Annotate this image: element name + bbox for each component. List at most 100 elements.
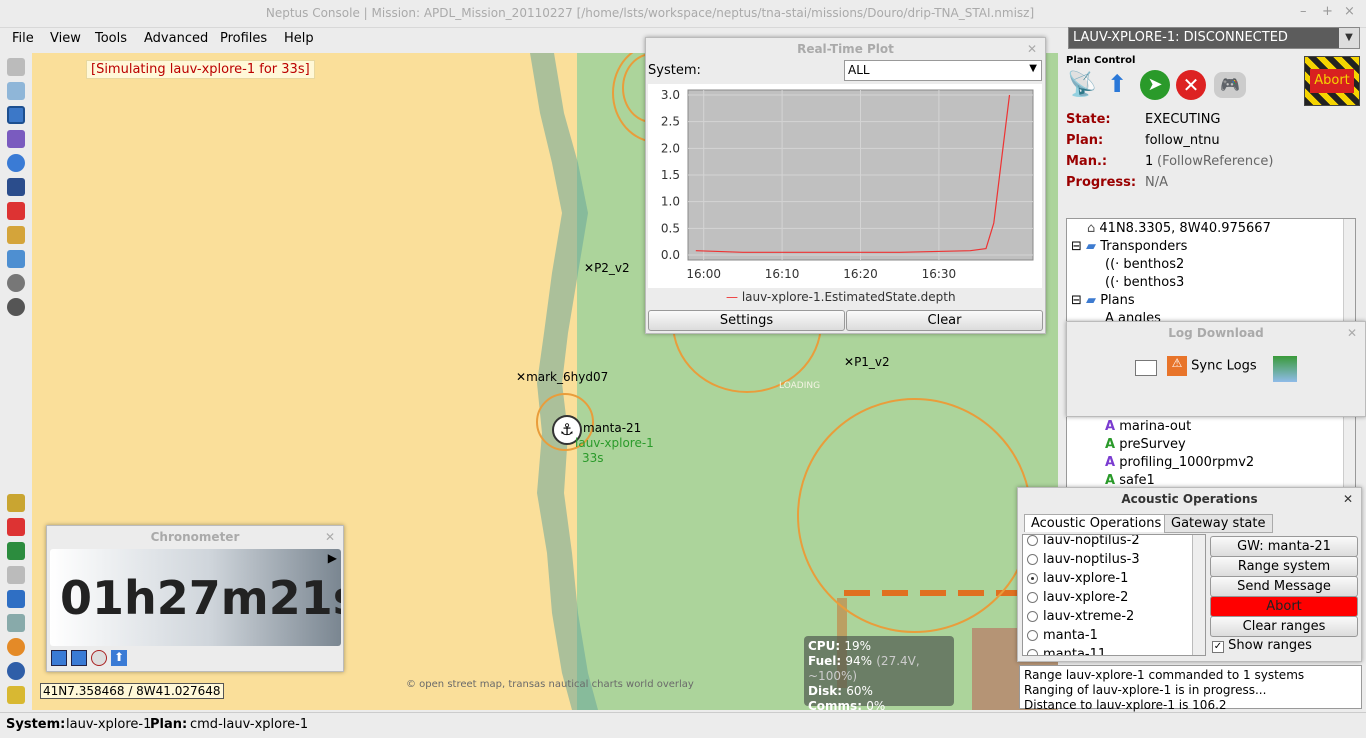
- tree-plan[interactable]: A profiling_1000rpmv2: [1105, 455, 1254, 470]
- warning-icon: ⚠: [1167, 356, 1187, 376]
- tree-plans[interactable]: ⊟ ▰ Plans: [1071, 293, 1135, 308]
- y-tick-label: 1.0: [661, 195, 680, 209]
- range-system-button[interactable]: Range system: [1210, 556, 1358, 577]
- eye-icon[interactable]: [7, 274, 25, 292]
- start-plan-icon[interactable]: ➤: [1140, 70, 1170, 100]
- plan-control-title: Plan Control: [1066, 55, 1136, 66]
- sensor-icon[interactable]: [7, 614, 25, 632]
- tree-transponders[interactable]: ⊟ ▰ Transponders: [1071, 239, 1187, 254]
- select-icon[interactable]: [7, 106, 25, 124]
- status-bar: System: lauv-xplore-1 Plan: cmd-lauv-xpl…: [0, 712, 1366, 738]
- target-icon[interactable]: [7, 298, 25, 316]
- menu-advanced[interactable]: Advanced: [144, 31, 208, 46]
- gateway-button[interactable]: GW: manta-21: [1210, 536, 1358, 557]
- marker-icon[interactable]: [7, 518, 25, 536]
- keyboard-icon[interactable]: [7, 566, 25, 584]
- marker-p1[interactable]: ✕P1_v2: [844, 355, 890, 369]
- status-plan-value: cmd-lauv-xplore-1: [190, 717, 309, 732]
- lock-icon[interactable]: [7, 226, 25, 244]
- pin-icon[interactable]: [7, 638, 25, 656]
- map-icon[interactable]: [7, 250, 25, 268]
- reset-icon[interactable]: [91, 650, 107, 666]
- menu-file[interactable]: File: [12, 31, 34, 46]
- tree-plan[interactable]: A safe1: [1105, 473, 1155, 488]
- layers-icon[interactable]: [7, 686, 25, 704]
- menu-view[interactable]: View: [50, 31, 81, 46]
- stop-plan-icon[interactable]: ✕: [1176, 70, 1206, 100]
- close-icon[interactable]: ✕: [1343, 488, 1353, 510]
- send-plan-icon[interactable]: ⬆: [1102, 70, 1132, 102]
- abort-label: Abort: [1310, 69, 1354, 93]
- tree-plan-label: safe1: [1119, 473, 1155, 488]
- book-icon[interactable]: [1135, 360, 1157, 376]
- vehicle-selector[interactable]: LAUV-XPLORE-1: DISCONNECTED ▼: [1068, 27, 1360, 49]
- abort-button[interactable]: Abort: [1304, 56, 1360, 106]
- tree-plan[interactable]: A preSurvey: [1105, 437, 1186, 452]
- close-icon[interactable]: ✕: [1027, 38, 1037, 60]
- marker-mark[interactable]: ✕mark_6hyd07: [516, 370, 608, 384]
- list-item[interactable]: lauv-noptilus-3: [1025, 552, 1140, 567]
- menu-help[interactable]: Help: [284, 31, 314, 46]
- minimize-button[interactable]: –: [1300, 4, 1307, 19]
- list-item-label: manta-1: [1043, 628, 1098, 643]
- teleoperation-icon[interactable]: 🎮: [1214, 72, 1246, 98]
- start-icon[interactable]: [51, 650, 67, 666]
- list-item[interactable]: manta-1: [1025, 628, 1098, 643]
- acoustic-log: Range lauv-xplore-1 commanded to 1 syste…: [1019, 665, 1362, 712]
- close-icon[interactable]: ✕: [1347, 322, 1357, 344]
- tree-plan-label: profiling_1000rpmv2: [1119, 455, 1255, 470]
- clear-ranges-button[interactable]: Clear ranges: [1210, 616, 1358, 637]
- pause-icon[interactable]: [71, 650, 87, 666]
- antenna-icon[interactable]: 📡: [1067, 70, 1097, 102]
- play-icon[interactable]: [7, 542, 25, 560]
- menu-profiles[interactable]: Profiles: [220, 31, 267, 46]
- close-icon[interactable]: ✕: [325, 526, 335, 548]
- tab-gateway-state[interactable]: Gateway state: [1164, 514, 1273, 533]
- tree-transponder[interactable]: ((· benthos3: [1105, 275, 1184, 290]
- info-icon[interactable]: [7, 662, 25, 680]
- close-button[interactable]: ×: [1344, 4, 1355, 19]
- list-item-label: lauv-xplore-2: [1043, 590, 1129, 605]
- list-scrollbar[interactable]: [1192, 535, 1205, 655]
- download-icon[interactable]: [1273, 356, 1297, 382]
- plot-clear-button[interactable]: Clear: [846, 310, 1043, 331]
- man-type: (FollowReference): [1157, 154, 1274, 169]
- plot-system-value: ALL: [848, 63, 870, 77]
- maximize-button[interactable]: +: [1322, 4, 1333, 19]
- radio-icon: [1027, 535, 1038, 546]
- tile-loading: LOADING: [779, 381, 821, 391]
- marker-p2[interactable]: ✕P2_v2: [584, 261, 630, 275]
- plot-settings-button[interactable]: Settings: [648, 310, 845, 331]
- tree-plan[interactable]: A marina-out: [1105, 419, 1191, 434]
- tree-transponder[interactable]: ((· benthos2: [1105, 257, 1184, 272]
- list-item[interactable]: lauv-xplore-1: [1025, 571, 1128, 586]
- plot-legend: — lauv-xplore-1.EstimatedState.depth: [726, 290, 956, 304]
- list-item[interactable]: lauv-xtreme-2: [1025, 609, 1134, 624]
- edit-icon[interactable]: [7, 202, 25, 220]
- tree-home[interactable]: ⌂ 41N8.3305, 8W40.975667: [1087, 221, 1271, 236]
- menu-tools[interactable]: Tools: [95, 31, 127, 46]
- acoustic-abort-button[interactable]: Abort: [1210, 596, 1358, 617]
- status-system-value: lauv-xplore-1: [66, 717, 152, 732]
- zoom-icon[interactable]: [7, 58, 25, 76]
- plan-icon: A: [1105, 437, 1116, 452]
- sync-logs-button[interactable]: ⚠ Sync Logs: [1167, 356, 1257, 376]
- tab-acoustic-operations[interactable]: Acoustic Operations: [1024, 514, 1169, 532]
- tree-transponders-label: Transponders: [1100, 239, 1188, 254]
- depth-chart: 3.0 2.5 2.0 1.5 1.0 0.5 0.0 16:00 16:10 16:20 16:3…: [661, 88, 1034, 281]
- list-item-label: lauv-noptilus-2: [1043, 534, 1140, 548]
- list-item[interactable]: lauv-xplore-2: [1025, 590, 1128, 605]
- ruler-icon[interactable]: [7, 494, 25, 512]
- plot-system-select[interactable]: ALL ▼: [844, 60, 1042, 81]
- send-message-button[interactable]: Send Message: [1210, 576, 1358, 597]
- plan-icon[interactable]: [7, 130, 25, 148]
- globe-icon[interactable]: [7, 154, 25, 172]
- grid-icon[interactable]: [7, 590, 25, 608]
- list-item[interactable]: manta-11: [1025, 647, 1106, 655]
- x-tick-label: 16:30: [922, 267, 957, 281]
- rotate-icon[interactable]: [7, 82, 25, 100]
- list-item[interactable]: lauv-noptilus-2: [1025, 534, 1140, 548]
- vehicle-icon[interactable]: [7, 178, 25, 196]
- count-up-icon[interactable]: ⬆: [111, 650, 127, 666]
- show-ranges-checkbox[interactable]: ✓ Show ranges: [1212, 638, 1312, 653]
